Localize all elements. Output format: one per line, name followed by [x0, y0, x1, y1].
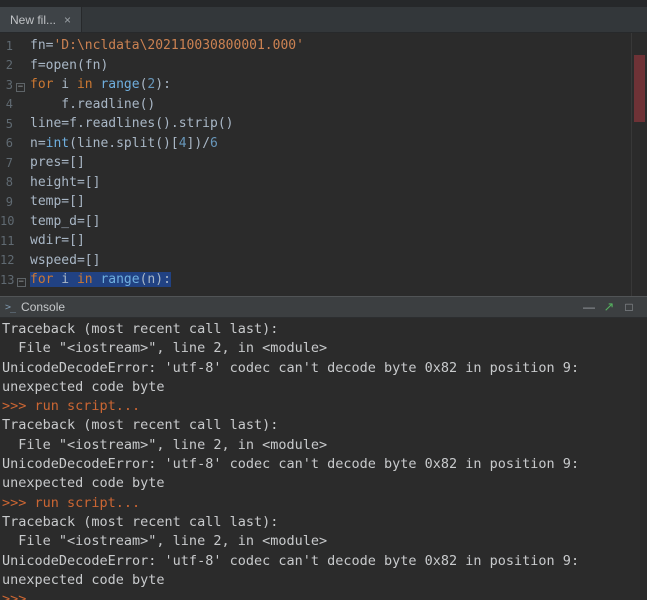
console-line: UnicodeDecodeError: 'utf-8' codec can't …: [2, 552, 647, 571]
line-number: 4: [0, 95, 26, 115]
line-number: 1: [0, 36, 26, 56]
console-line: File "<iostream>", line 2, in <module>: [2, 339, 647, 358]
terminal-icon: >_: [5, 302, 15, 313]
code-line[interactable]: fn='D:\ncldata\202110030800001.000': [30, 36, 631, 56]
minimize-icon[interactable]: —: [579, 300, 599, 314]
editor-scrollbar[interactable]: [631, 33, 647, 296]
tab-label: New fil...: [10, 13, 56, 27]
code-line[interactable]: temp=[]: [30, 192, 631, 212]
console-line: Traceback (most recent call last):: [2, 320, 647, 339]
code-line[interactable]: for i in range(n):: [30, 270, 631, 290]
line-number: 3−: [0, 75, 26, 95]
console-line: unexpected code byte: [2, 378, 647, 397]
code-line[interactable]: pres=[]: [30, 153, 631, 173]
line-number: 11: [0, 231, 26, 251]
line-number: 12: [0, 251, 26, 271]
console-line: File "<iostream>", line 2, in <module>: [2, 532, 647, 551]
code-line[interactable]: line=f.readlines().strip(): [30, 114, 631, 134]
window-top-edge: [0, 0, 647, 7]
line-number: 8: [0, 173, 26, 193]
tab-close-icon[interactable]: ×: [64, 14, 71, 26]
line-number: 10: [0, 212, 26, 232]
code-line[interactable]: height=[]: [30, 173, 631, 193]
error-stripe-marker[interactable]: [634, 55, 645, 122]
line-number: 13−: [0, 270, 26, 290]
console-line: UnicodeDecodeError: 'utf-8' codec can't …: [2, 359, 647, 378]
console-line: >>> run script...: [2, 397, 647, 416]
line-number: 9: [0, 192, 26, 212]
console-line: unexpected code byte: [2, 571, 647, 590]
code-editor[interactable]: 123−45678910111213− fn='D:\ncldata\20211…: [0, 33, 647, 296]
editor-gutter: 123−45678910111213−: [0, 33, 26, 296]
code-line[interactable]: wspeed=[]: [30, 251, 631, 271]
maximize-icon[interactable]: □: [619, 300, 639, 314]
line-number: 7: [0, 153, 26, 173]
fold-marker-icon[interactable]: −: [17, 278, 26, 287]
console-line: UnicodeDecodeError: 'utf-8' codec can't …: [2, 455, 647, 474]
console-output[interactable]: Traceback (most recent call last): File …: [0, 318, 647, 600]
console-panel-title: Console: [21, 300, 65, 314]
fold-marker-icon[interactable]: −: [16, 83, 25, 92]
console-line: File "<iostream>", line 2, in <module>: [2, 436, 647, 455]
code-line[interactable]: wdir=[]: [30, 231, 631, 251]
popout-arrow-icon[interactable]: ↗: [599, 299, 619, 315]
code-line[interactable]: f=open(fn): [30, 56, 631, 76]
line-number: 2: [0, 56, 26, 76]
tab-new-file[interactable]: New fil... ×: [0, 7, 82, 32]
code-area[interactable]: fn='D:\ncldata\202110030800001.000'f=ope…: [26, 33, 631, 296]
code-line[interactable]: for i in range(2):: [30, 75, 631, 95]
line-number: 5: [0, 114, 26, 134]
console-line: Traceback (most recent call last):: [2, 513, 647, 532]
code-line[interactable]: f.readline(): [30, 95, 631, 115]
console-line: >>> run script...: [2, 494, 647, 513]
line-number: 6: [0, 134, 26, 154]
editor-tab-bar: New fil... ×: [0, 7, 647, 33]
console-line: >>>: [2, 590, 647, 600]
code-line[interactable]: n=int(line.split()[4])/6: [30, 134, 631, 154]
console-line: unexpected code byte: [2, 474, 647, 493]
code-line[interactable]: temp_d=[]: [30, 212, 631, 232]
console-line: Traceback (most recent call last):: [2, 416, 647, 435]
console-panel-header: >_ Console — ↗ □: [0, 296, 647, 318]
